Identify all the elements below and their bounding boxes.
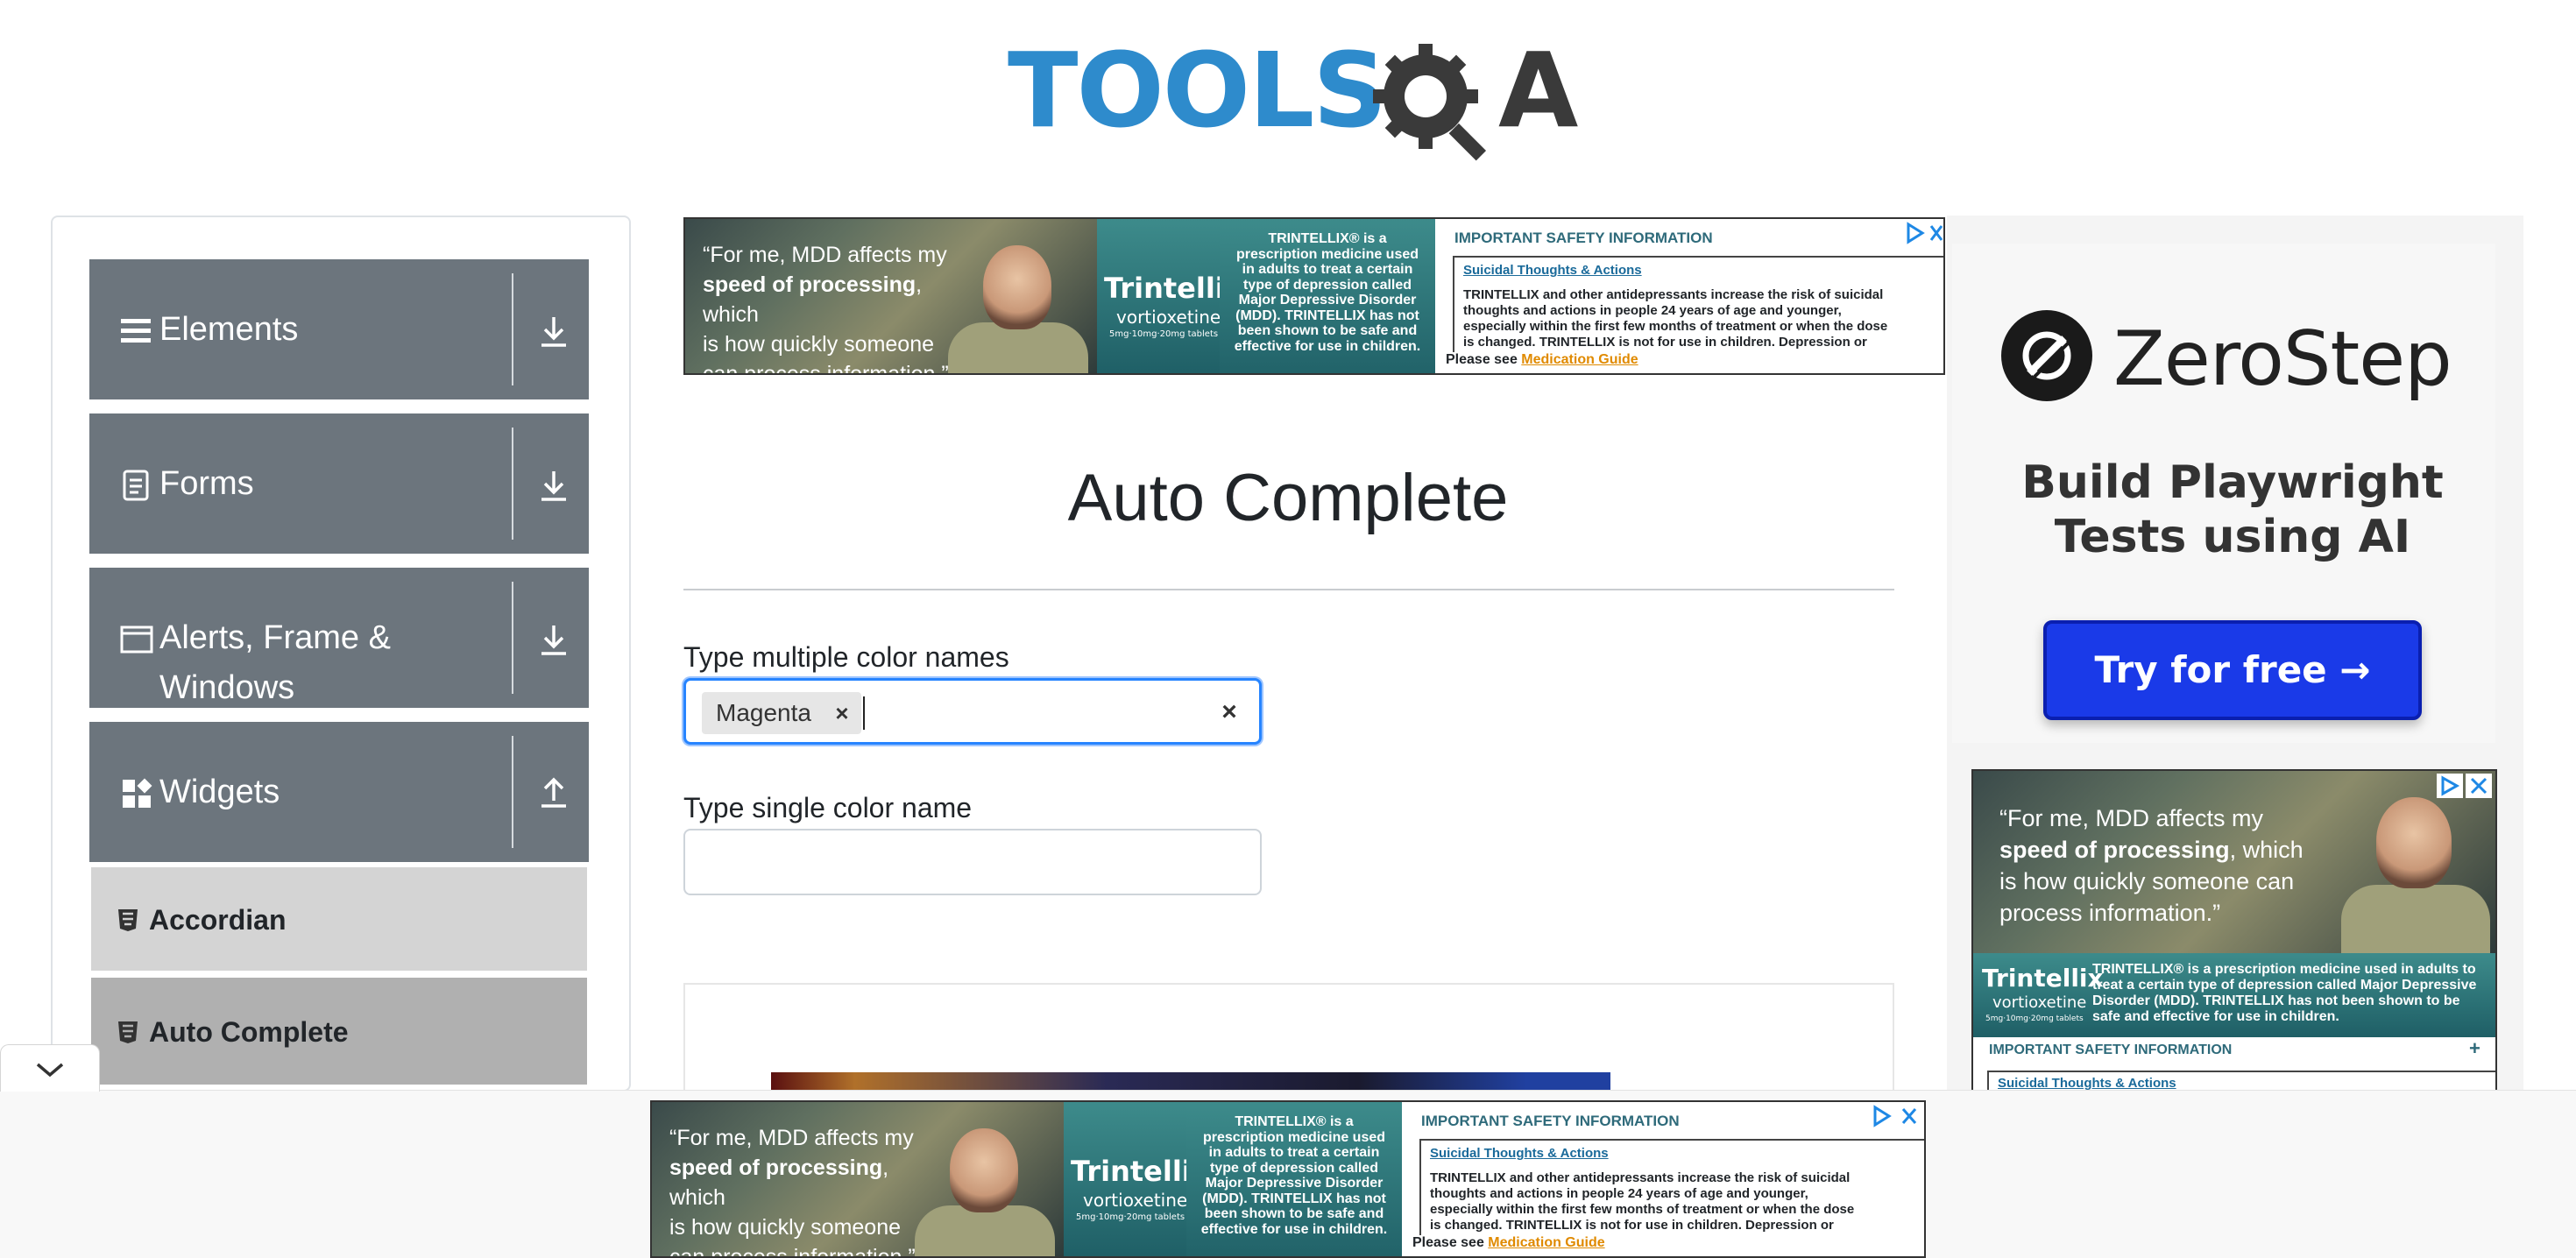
sidebar-group-label: Widgets — [159, 774, 280, 810]
ad2-brand: Trintellix — [1982, 964, 2104, 993]
ad3-brand-panel: Trintellix vortioxetine 5mg·10mg·20mg ta… — [1064, 1102, 1209, 1256]
ad-please-see: Please see Medication Guide — [1440, 352, 1943, 373]
html5-icon — [118, 909, 138, 931]
ad2-expand-icon[interactable]: + — [2469, 1037, 2480, 1060]
bottom-ad-banner[interactable]: “For me, MDD affects my speed of process… — [650, 1100, 1926, 1258]
ad-dosage: 5mg·10mg·20mg tablets — [1109, 329, 1219, 339]
logo-text-tools: TOOLS — [1008, 30, 1387, 151]
sidebar-group-label: Elements — [159, 311, 299, 348]
ad2-photo-figure — [2341, 885, 2490, 955]
ad-med-guide-link[interactable]: Medication Guide — [1521, 352, 1638, 367]
divider — [512, 582, 513, 694]
ad3-dosage: 5mg·10mg·20mg tablets — [1076, 1212, 1185, 1222]
multi-color-input[interactable]: Magenta × × — [683, 678, 1262, 745]
ad3-isi-title: IMPORTANT SAFETY INFORMATION — [1421, 1113, 1680, 1129]
sidebar-group-label-line2: Windows — [159, 669, 295, 706]
sidebar-group-forms[interactable]: Forms — [89, 413, 589, 554]
right-trintellix-ad[interactable]: “For me, MDD affects my speed of process… — [1971, 769, 2497, 1093]
download-arrow-icon[interactable] — [534, 312, 573, 350]
multi-color-label: Type multiple color names — [683, 641, 1009, 673]
single-color-label: Type single color name — [683, 792, 973, 823]
ad3-please-see: Please see Medication Guide — [1407, 1235, 1912, 1256]
form-document-icon — [123, 470, 149, 501]
sidebar-group-widgets[interactable]: Widgets — [89, 722, 589, 862]
title-divider — [683, 589, 1894, 590]
ad-brand-panel: Trintellix vortioxetine 5mg·10mg·20mg ta… — [1097, 219, 1242, 373]
sidebar-item-label: Accordian — [149, 904, 287, 936]
ad-isi-link[interactable]: Suicidal Thoughts & Actions — [1463, 263, 1943, 279]
single-color-input[interactable] — [683, 829, 1262, 895]
logo-wordmark: TOOLS — [1008, 39, 1387, 142]
top-ad-banner[interactable]: “For me, MDD affects my speed of process… — [683, 217, 1945, 375]
sidebar-group-elements[interactable]: Elements — [89, 259, 589, 399]
download-arrow-icon[interactable] — [534, 620, 573, 659]
ad-choices-icon[interactable] — [1905, 221, 1943, 245]
sidebar-group-alerts-frame-windows[interactable]: Alerts, Frame & Windows — [89, 568, 589, 708]
html5-icon — [118, 1021, 138, 1043]
ad2-isi-title: IMPORTANT SAFETY INFORMATION — [1989, 1042, 2233, 1057]
divider — [512, 736, 513, 848]
divider — [512, 273, 513, 385]
ad2-description: TRINTELLIX® is a prescription medicine u… — [2092, 962, 2477, 1024]
ad2-photo-face — [2376, 797, 2452, 888]
ad2-choices-icon[interactable] — [2436, 773, 2494, 799]
upload-arrow-icon[interactable] — [534, 773, 573, 811]
clear-all-icon[interactable]: × — [1212, 695, 1247, 730]
divider — [512, 428, 513, 540]
ad2-isi-link[interactable]: Suicidal Thoughts & Actions — [1998, 1076, 2176, 1091]
color-chip-magenta: Magenta × — [702, 692, 861, 734]
ad3-med-guide-link[interactable]: Medication Guide — [1488, 1235, 1604, 1250]
ad3-description: TRINTELLIX® is a prescription medicine us… — [1186, 1102, 1402, 1256]
ad2-brand-panel: Trintellix vortioxetine 5mg·10mg·20mg ta… — [1973, 953, 2495, 1037]
widgets-icon — [123, 778, 152, 808]
ad2-dosage: 5mg·10mg·20mg tablets — [1985, 1014, 2084, 1023]
toolsqa-logo[interactable]: TOOLS A — [1008, 25, 1579, 165]
zerostep-headline: Build Playwright Tests using AI — [2021, 456, 2444, 563]
ad3-isi-link[interactable]: Suicidal Thoughts & Actions — [1430, 1146, 1921, 1162]
zerostep-logo-icon — [2001, 310, 2092, 401]
ad-quote: “For me, MDD affects my speed of process… — [703, 243, 949, 375]
window-icon — [120, 625, 153, 654]
sidebar-item-accordian[interactable]: Accordian — [91, 867, 587, 971]
page-title: Auto Complete — [1067, 461, 1509, 535]
sidebar: Elements Forms Alerts, Frame & Windows W… — [51, 216, 631, 1092]
text-caret — [863, 696, 865, 730]
ad2-generic: vortioxetine — [1992, 993, 2087, 1012]
ad3-choices-icon[interactable] — [1872, 1104, 1921, 1128]
ad2-quote: “For me, MDD affects my speed of process… — [1999, 805, 2304, 926]
ad3-generic: vortioxetine — [1083, 1190, 1188, 1211]
sidebar-item-auto-complete[interactable]: Auto Complete — [91, 978, 587, 1085]
collapse-ad-tab[interactable] — [0, 1044, 100, 1092]
chip-remove-icon[interactable]: × — [824, 696, 860, 731]
ad-isi-title: IMPORTANT SAFETY INFORMATION — [1454, 230, 1713, 246]
zerostep-name: ZeroStep — [2113, 315, 2452, 403]
chevron-down-icon — [36, 1063, 64, 1078]
sidebar-group-label: Alerts, Frame & — [159, 619, 391, 656]
try-for-free-button[interactable]: Try for free → — [2043, 620, 2422, 720]
hamburger-icon — [121, 319, 151, 343]
ad-generic: vortioxetine — [1116, 307, 1221, 328]
download-arrow-icon[interactable] — [534, 466, 573, 505]
ad3-quote: “For me, MDD affects my speed of process… — [669, 1126, 916, 1258]
ad-photo-face — [983, 245, 1051, 329]
sidebar-item-label: Auto Complete — [149, 1016, 349, 1048]
ad-description: TRINTELLIX® is a prescription medicine us… — [1220, 219, 1435, 373]
logo-text-a: A — [1498, 30, 1579, 151]
chip-label: Magenta — [716, 699, 811, 726]
ad3-photo-face — [950, 1128, 1018, 1212]
sidebar-group-label: Forms — [159, 465, 254, 502]
